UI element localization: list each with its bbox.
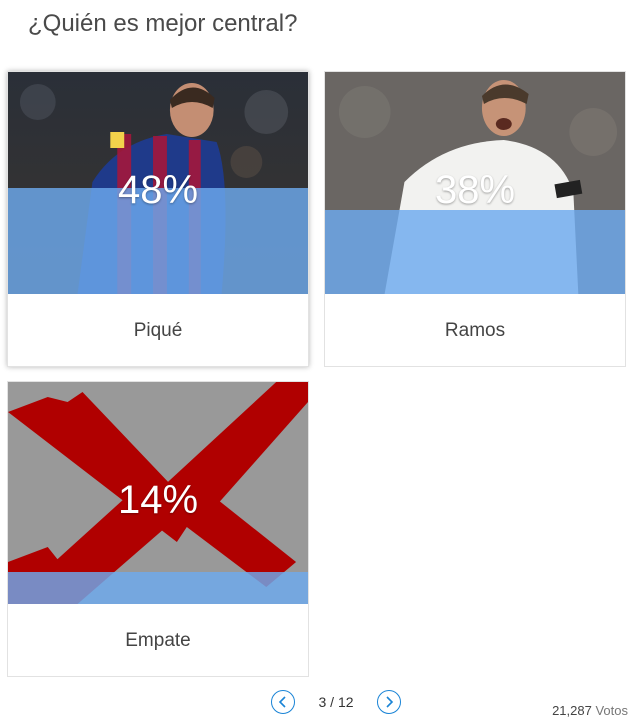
page-indicator: 3 / 12 xyxy=(318,694,354,710)
poll-option-empate[interactable]: 14% Empate xyxy=(7,381,309,677)
option-media: 48% xyxy=(8,72,308,294)
poll-option-pique[interactable]: 48% Piqué xyxy=(7,71,309,367)
poll-option-ramos[interactable]: 38% Ramos xyxy=(324,71,626,367)
result-bar xyxy=(8,572,308,604)
option-media: 14% xyxy=(8,382,308,604)
pagination: 3 / 12 xyxy=(271,688,401,716)
option-media: 38% xyxy=(325,72,625,294)
vote-count-label: Votos xyxy=(595,703,628,718)
poll-question: ¿Quién es mejor central? xyxy=(28,10,298,37)
option-label: Empate xyxy=(125,630,191,651)
prev-button[interactable] xyxy=(271,690,295,714)
chevron-left-icon xyxy=(278,696,286,708)
option-label: Ramos xyxy=(444,320,506,341)
percent-label: 38% xyxy=(434,168,516,212)
option-label: Piqué xyxy=(133,320,183,341)
vote-count: 21,287 Votos xyxy=(552,703,628,718)
next-button[interactable] xyxy=(377,690,401,714)
chevron-right-icon xyxy=(386,696,394,708)
vote-count-number: 21,287 xyxy=(552,703,592,718)
result-bar xyxy=(325,210,625,294)
percent-label: 48% xyxy=(117,168,199,212)
percent-label: 14% xyxy=(117,478,199,522)
